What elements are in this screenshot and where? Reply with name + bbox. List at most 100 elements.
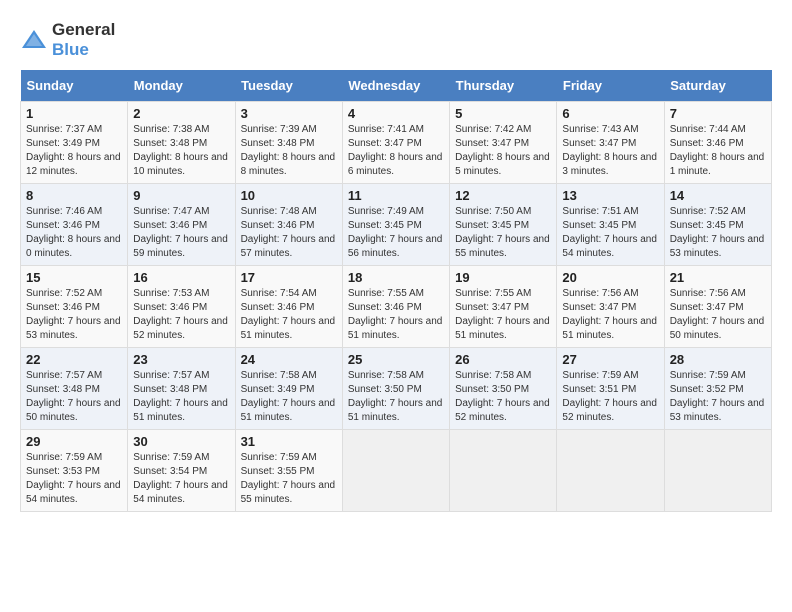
day-info: Sunrise: 7:59 AMSunset: 3:55 PMDaylight:… [241,451,337,507]
day-number: 10 [241,188,337,203]
day-number: 28 [670,352,766,367]
calendar-cell: 5Sunrise: 7:42 AMSunset: 3:47 PMDaylight… [450,102,557,184]
calendar-cell: 4Sunrise: 7:41 AMSunset: 3:47 PMDaylight… [342,102,449,184]
day-info: Sunrise: 7:57 AMSunset: 3:48 PMDaylight:… [133,369,229,425]
calendar-cell: 3Sunrise: 7:39 AMSunset: 3:48 PMDaylight… [235,102,342,184]
day-number: 2 [133,106,229,121]
calendar-cell: 23 Sunrise: 7:57 AMSunset: 3:48 PMDayligh… [128,348,235,430]
day-info: Sunrise: 7:37 AMSunset: 3:49 PMDaylight:… [26,123,122,179]
day-info: Sunrise: 7:57 AMSunset: 3:48 PMDaylight:… [26,369,122,425]
day-header-monday: Monday [128,70,235,102]
calendar-header-row: SundayMondayTuesdayWednesdayThursdayFrid… [21,70,772,102]
day-info: Sunrise: 7:55 AMSunset: 3:46 PMDaylight:… [348,287,444,343]
day-info: Sunrise: 7:50 AMSunset: 3:45 PMDaylight:… [455,205,551,261]
calendar-cell: 27 Sunrise: 7:59 AMSunset: 3:51 PMDayligh… [557,348,664,430]
calendar-cell: 25Sunrise: 7:58 AMSunset: 3:50 PMDayligh… [342,348,449,430]
day-number: 18 [348,270,444,285]
calendar-cell [664,430,771,512]
day-number: 16 [133,270,229,285]
day-info: Sunrise: 7:44 AMSunset: 3:46 PMDaylight:… [670,123,766,179]
calendar-cell: 20Sunrise: 7:56 AMSunset: 3:47 PMDayligh… [557,266,664,348]
logo: General Blue [20,20,115,60]
calendar-cell: 19Sunrise: 7:55 AMSunset: 3:47 PMDayligh… [450,266,557,348]
calendar-week-row: 22 Sunrise: 7:57 AMSunset: 3:48 PMDayligh… [21,348,772,430]
day-info: Sunrise: 7:47 AMSunset: 3:46 PMDaylight:… [133,205,229,261]
calendar-cell: 14 Sunrise: 7:52 AMSunset: 3:45 PMDayligh… [664,184,771,266]
header: General Blue [20,20,772,60]
day-number: 30 [133,434,229,449]
day-info: Sunrise: 7:59 AMSunset: 3:51 PMDaylight:… [562,369,658,425]
day-number: 13 [562,188,658,203]
day-header-tuesday: Tuesday [235,70,342,102]
calendar-cell: 16 Sunrise: 7:53 AMSunset: 3:46 PMDayligh… [128,266,235,348]
day-number: 7 [670,106,766,121]
calendar-cell: 30 Sunrise: 7:59 AMSunset: 3:54 PMDayligh… [128,430,235,512]
day-info: Sunrise: 7:58 AMSunset: 3:50 PMDaylight:… [348,369,444,425]
day-info: Sunrise: 7:54 AMSunset: 3:46 PMDaylight:… [241,287,337,343]
calendar-cell: 1 Sunrise: 7:37 AMSunset: 3:49 PMDaylight… [21,102,128,184]
calendar-cell: 11 Sunrise: 7:49 AMSunset: 3:45 PMDayligh… [342,184,449,266]
logo-icon [20,28,48,52]
day-info: Sunrise: 7:46 AMSunset: 3:46 PMDaylight:… [26,205,122,261]
day-header-sunday: Sunday [21,70,128,102]
day-info: Sunrise: 7:58 AMSunset: 3:49 PMDaylight:… [241,369,337,425]
day-header-thursday: Thursday [450,70,557,102]
day-number: 6 [562,106,658,121]
calendar-cell: 17 Sunrise: 7:54 AMSunset: 3:46 PMDayligh… [235,266,342,348]
day-number: 15 [26,270,122,285]
day-number: 29 [26,434,122,449]
day-number: 11 [348,188,444,203]
calendar-cell: 9 Sunrise: 7:47 AMSunset: 3:46 PMDaylight… [128,184,235,266]
day-number: 17 [241,270,337,285]
calendar-cell [450,430,557,512]
day-number: 8 [26,188,122,203]
calendar-cell: 6 Sunrise: 7:43 AMSunset: 3:47 PMDaylight… [557,102,664,184]
calendar-cell: 12 Sunrise: 7:50 AMSunset: 3:45 PMDayligh… [450,184,557,266]
day-number: 21 [670,270,766,285]
day-info: Sunrise: 7:59 AMSunset: 3:52 PMDaylight:… [670,369,766,425]
day-header-friday: Friday [557,70,664,102]
calendar-cell: 21 Sunrise: 7:56 AMSunset: 3:47 PMDayligh… [664,266,771,348]
calendar-cell: 26 Sunrise: 7:58 AMSunset: 3:50 PMDayligh… [450,348,557,430]
day-number: 22 [26,352,122,367]
calendar-week-row: 8 Sunrise: 7:46 AMSunset: 3:46 PMDaylight… [21,184,772,266]
day-number: 31 [241,434,337,449]
day-number: 23 [133,352,229,367]
day-number: 5 [455,106,551,121]
day-info: Sunrise: 7:56 AMSunset: 3:47 PMDaylight:… [670,287,766,343]
day-info: Sunrise: 7:58 AMSunset: 3:50 PMDaylight:… [455,369,551,425]
day-info: Sunrise: 7:59 AMSunset: 3:53 PMDaylight:… [26,451,122,507]
day-number: 26 [455,352,551,367]
calendar-cell: 29 Sunrise: 7:59 AMSunset: 3:53 PMDayligh… [21,430,128,512]
day-number: 4 [348,106,444,121]
day-info: Sunrise: 7:48 AMSunset: 3:46 PMDaylight:… [241,205,337,261]
calendar-table: SundayMondayTuesdayWednesdayThursdayFrid… [20,70,772,512]
day-number: 24 [241,352,337,367]
day-number: 14 [670,188,766,203]
calendar-cell: 15 Sunrise: 7:52 AMSunset: 3:46 PMDayligh… [21,266,128,348]
calendar-cell: 8 Sunrise: 7:46 AMSunset: 3:46 PMDaylight… [21,184,128,266]
day-header-wednesday: Wednesday [342,70,449,102]
calendar-cell: 18 Sunrise: 7:55 AMSunset: 3:46 PMDayligh… [342,266,449,348]
calendar-cell: 13 Sunrise: 7:51 AMSunset: 3:45 PMDayligh… [557,184,664,266]
logo-blue: Blue [52,40,115,60]
day-info: Sunrise: 7:52 AMSunset: 3:46 PMDaylight:… [26,287,122,343]
day-info: Sunrise: 7:38 AMSunset: 3:48 PMDaylight:… [133,123,229,179]
day-number: 27 [562,352,658,367]
day-number: 9 [133,188,229,203]
day-number: 1 [26,106,122,121]
day-info: Sunrise: 7:43 AMSunset: 3:47 PMDaylight:… [562,123,658,179]
day-number: 12 [455,188,551,203]
calendar-cell: 24 Sunrise: 7:58 AMSunset: 3:49 PMDayligh… [235,348,342,430]
day-info: Sunrise: 7:49 AMSunset: 3:45 PMDaylight:… [348,205,444,261]
calendar-cell [557,430,664,512]
calendar-cell: 2 Sunrise: 7:38 AMSunset: 3:48 PMDaylight… [128,102,235,184]
calendar-cell: 22 Sunrise: 7:57 AMSunset: 3:48 PMDayligh… [21,348,128,430]
day-info: Sunrise: 7:51 AMSunset: 3:45 PMDaylight:… [562,205,658,261]
day-info: Sunrise: 7:59 AMSunset: 3:54 PMDaylight:… [133,451,229,507]
day-info: Sunrise: 7:53 AMSunset: 3:46 PMDaylight:… [133,287,229,343]
day-number: 20 [562,270,658,285]
calendar-week-row: 1 Sunrise: 7:37 AMSunset: 3:49 PMDaylight… [21,102,772,184]
day-info: Sunrise: 7:52 AMSunset: 3:45 PMDaylight:… [670,205,766,261]
calendar-week-row: 15 Sunrise: 7:52 AMSunset: 3:46 PMDayligh… [21,266,772,348]
